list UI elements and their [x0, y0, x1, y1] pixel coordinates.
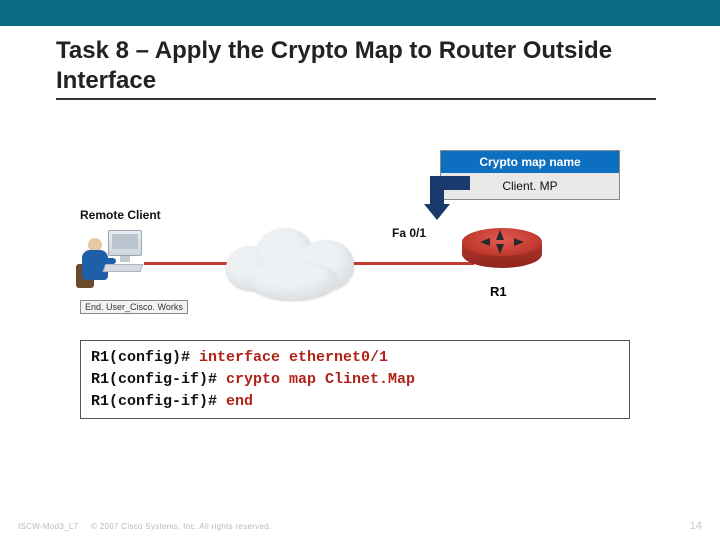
cli-command: end [226, 393, 253, 410]
footer-copyright: © 2007 Cisco Systems, Inc. All rights re… [91, 522, 272, 531]
slide-footer: ISCW-Mod3_L7 © 2007 Cisco Systems, Inc. … [0, 520, 720, 532]
cli-line: R1(config-if)# end [91, 391, 619, 413]
end-user-tag: End. User_Cisco. Works [80, 300, 188, 314]
interface-label: Fa 0/1 [392, 226, 426, 240]
cli-command: interface ethernet0/1 [199, 349, 388, 366]
cli-line: R1(config-if)# crypto map Clinet.Map [91, 369, 619, 391]
cli-line: R1(config)# interface ethernet0/1 [91, 347, 619, 369]
crypto-map-header: Crypto map name [441, 151, 619, 173]
remote-client-icon [80, 228, 150, 298]
cloud-icon [220, 220, 360, 300]
cli-prompt: R1(config-if)# [91, 371, 226, 388]
title-wrap: Task 8 – Apply the Crypto Map to Router … [0, 26, 720, 100]
cli-prompt: R1(config)# [91, 349, 199, 366]
cli-command: crypto map Clinet.Map [226, 371, 415, 388]
arrow-icon [430, 176, 470, 226]
footer-module: ISCW-Mod3_L7 [18, 522, 78, 531]
cli-prompt: R1(config-if)# [91, 393, 226, 410]
router-icon [462, 228, 542, 278]
top-accent-bar [0, 0, 720, 26]
cli-code-box: R1(config)# interface ethernet0/1 R1(con… [80, 340, 630, 419]
footer-page-number: 14 [690, 520, 702, 532]
network-diagram: Crypto map name Client. MP Remote Client… [80, 150, 640, 360]
remote-client-label: Remote Client [80, 208, 161, 222]
router-label: R1 [490, 284, 507, 299]
slide-title: Task 8 – Apply the Crypto Map to Router … [56, 36, 656, 100]
